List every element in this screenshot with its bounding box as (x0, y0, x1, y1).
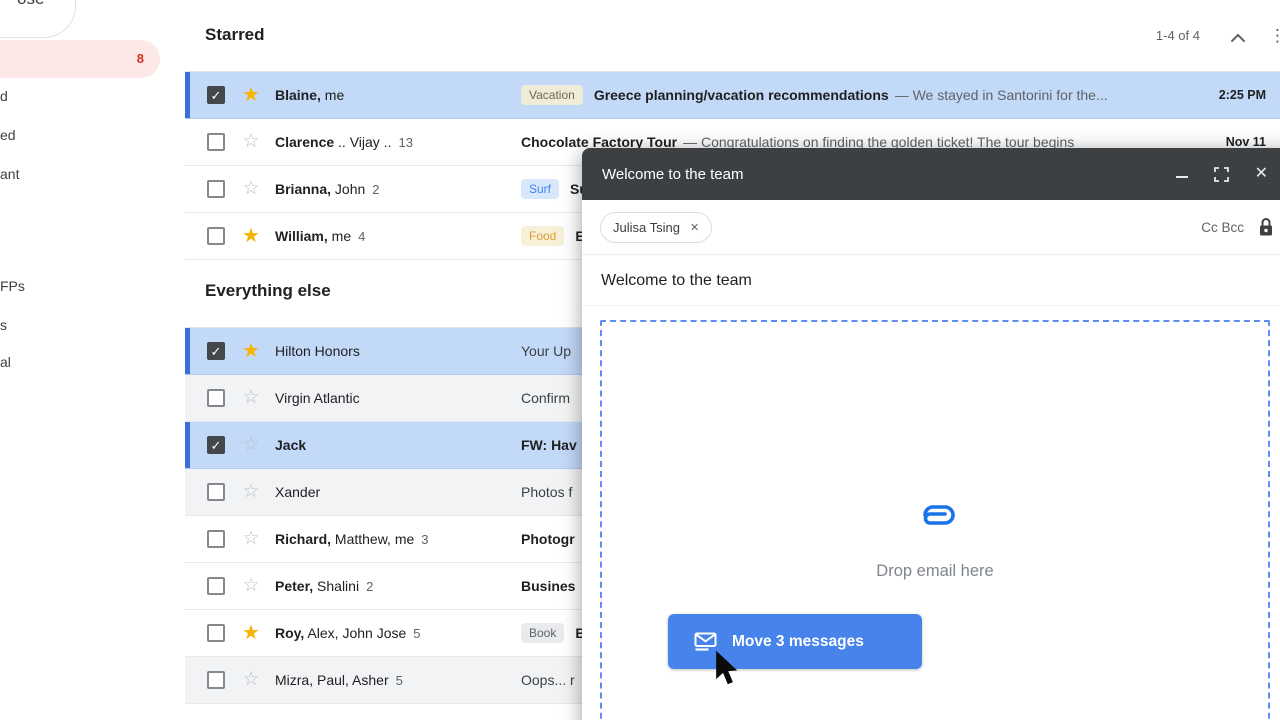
label-chip-surf[interactable]: Surf (521, 179, 559, 199)
sender: Richard, Matthew, me3 (275, 531, 507, 547)
label-chip-vacation[interactable]: Vacation (521, 85, 583, 105)
unread-count-badge: 8 (137, 40, 144, 78)
checkbox[interactable] (207, 389, 225, 407)
sidebar-label-rfps[interactable]: FPs (0, 278, 25, 294)
compose-window: Welcome to the team ✕ Julisa Tsing ✕ Cc … (582, 148, 1280, 720)
compose-title: Welcome to the team (602, 166, 743, 183)
checkbox[interactable] (207, 133, 225, 151)
sidebar-label-personal[interactable]: al (0, 354, 11, 370)
sidebar-label-2[interactable]: s (0, 317, 7, 333)
star-icon-empty[interactable]: ☆ (240, 131, 262, 153)
star-icon-empty[interactable]: ☆ (240, 575, 262, 597)
compose-header[interactable]: Welcome to the team ✕ (582, 148, 1280, 200)
more-options-icon[interactable]: ⋮ (1269, 26, 1280, 46)
star-icon-filled[interactable]: ★ (240, 622, 262, 644)
compose-button-fragment[interactable]: ose (0, 0, 76, 38)
sender: William, me4 (275, 228, 507, 244)
move-mail-icon (694, 632, 718, 651)
mouse-cursor (714, 650, 742, 693)
sidebar-item-snoozed[interactable]: ed (0, 127, 16, 143)
sender: Peter, Shalini2 (275, 578, 507, 594)
star-icon-empty[interactable]: ☆ (240, 434, 262, 456)
star-icon-filled[interactable]: ★ (240, 225, 262, 247)
label-chip-food[interactable]: Food (521, 226, 564, 246)
subject-area: Vacation Greece planning/vacation recomm… (521, 85, 1207, 105)
sidebar-item-starred[interactable]: d (0, 88, 8, 104)
sender: Roy, Alex, John Jose5 (275, 625, 507, 641)
recipient-chip[interactable]: Julisa Tsing ✕ (600, 212, 712, 243)
subject-text: FW: Hav (521, 437, 577, 453)
subject-text: Photogr (521, 531, 575, 547)
sender: Virgin Atlantic (275, 390, 507, 406)
gmail-app: ose 8 d ed ant FPs s al Starred 1-4 of 4… (0, 0, 1280, 720)
checkbox[interactable] (207, 483, 225, 501)
sender: Brianna, John2 (275, 181, 507, 197)
paperclip-icon (912, 500, 958, 535)
chevron-up-icon[interactable] (1230, 30, 1246, 48)
compose-body[interactable]: Drop email here Move 3 messages (582, 306, 1280, 720)
subject-text: Greece planning/vacation recommendations (594, 87, 889, 103)
timestamp: 2:25 PM (1219, 88, 1280, 102)
checkbox[interactable] (207, 530, 225, 548)
remove-recipient-icon[interactable]: ✕ (690, 221, 699, 234)
sender: Hilton Honors (275, 343, 507, 359)
subject-text: Photos f (521, 484, 572, 500)
compose-label-fragment: ose (17, 0, 44, 9)
star-icon-filled[interactable]: ★ (240, 84, 262, 106)
sender: Clarence .. Vijay ..13 (275, 134, 507, 150)
checkbox[interactable] (207, 227, 225, 245)
section-title-starred: Starred (205, 25, 265, 45)
lock-icon[interactable] (1258, 217, 1274, 237)
recipients-row[interactable]: Julisa Tsing ✕ Cc Bcc (582, 200, 1280, 255)
recipient-name: Julisa Tsing (613, 220, 680, 235)
star-icon-filled[interactable]: ★ (240, 340, 262, 362)
sidebar: ose 8 d ed ant FPs s al (0, 0, 185, 720)
star-icon-empty[interactable]: ☆ (240, 669, 262, 691)
close-icon[interactable]: ✕ (1255, 166, 1268, 182)
star-icon-empty[interactable]: ☆ (240, 387, 262, 409)
subject-text: Oops... r (521, 672, 575, 688)
checkbox[interactable] (207, 180, 225, 198)
cc-bcc-toggle[interactable]: Cc Bcc (1201, 220, 1244, 235)
compose-subject-field[interactable]: Welcome to the team (582, 255, 1280, 306)
subject-text: Busines (521, 578, 575, 594)
subject-text: Confirm (521, 390, 570, 406)
drop-hint-text: Drop email here (602, 562, 1268, 581)
star-icon-empty[interactable]: ☆ (240, 481, 262, 503)
email-row-blaine[interactable]: ✓ ★ Blaine, me Vacation Greece planning/… (185, 72, 1280, 119)
star-icon-empty[interactable]: ☆ (240, 528, 262, 550)
checkbox[interactable] (207, 671, 225, 689)
snippet-text: — We stayed in Santorini for the... (895, 87, 1108, 103)
minimize-icon[interactable] (1176, 176, 1188, 178)
sidebar-item-inbox-selected[interactable]: 8 (0, 40, 160, 78)
pagination-count: 1-4 of 4 (1156, 28, 1200, 43)
checkbox-checked[interactable]: ✓ (207, 342, 225, 360)
sidebar-item-important[interactable]: ant (0, 166, 19, 182)
checkbox[interactable] (207, 624, 225, 642)
subject-text: Your Up (521, 343, 571, 359)
label-chip-book[interactable]: Book (521, 623, 564, 643)
sender: Jack (275, 437, 507, 453)
sender: Xander (275, 484, 507, 500)
sender: Blaine, me (275, 87, 507, 103)
move-button-label: Move 3 messages (732, 633, 864, 651)
star-icon-empty[interactable]: ☆ (240, 178, 262, 200)
compose-window-controls: ✕ (1176, 166, 1268, 182)
section-title-everything-else: Everything else (205, 281, 331, 301)
popout-icon[interactable] (1214, 167, 1229, 182)
checkbox[interactable] (207, 577, 225, 595)
move-messages-button[interactable]: Move 3 messages (668, 614, 922, 669)
checkbox-checked[interactable]: ✓ (207, 436, 225, 454)
checkbox-checked[interactable]: ✓ (207, 86, 225, 104)
timestamp: Nov 11 (1226, 135, 1280, 149)
sender: Mizra, Paul, Asher5 (275, 672, 507, 688)
